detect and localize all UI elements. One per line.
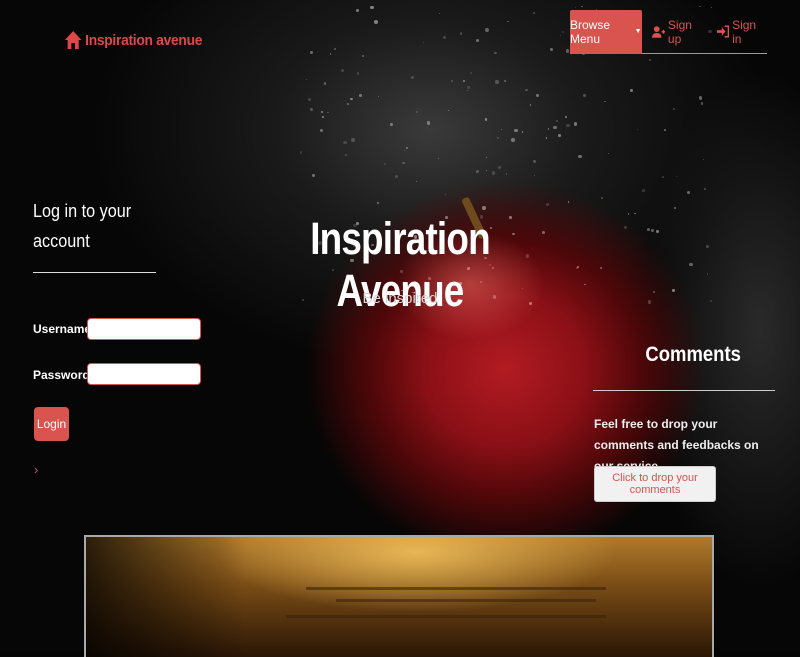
water-drop [576,267,578,269]
water-drop [686,190,690,195]
water-drop [525,254,530,258]
browse-menu-label: Browse Menu [570,17,611,46]
banner-streak [336,599,596,602]
water-drop [656,230,659,233]
top-nav: Browse Menu ▼ Sign up Sign in [570,9,767,54]
caret-down-icon: ▼ [634,28,642,35]
water-drop [601,196,603,199]
water-drop [395,174,399,178]
water-drop [565,48,570,53]
water-drop [334,48,336,50]
login-title: Log in to your account [33,201,132,251]
chevron-right-icon[interactable]: › [34,462,38,477]
water-drop [358,94,362,98]
brand-link[interactable]: Inspiration avenue [64,30,202,50]
water-drop [532,159,537,163]
water-drop [406,147,408,149]
water-drop [627,212,630,215]
water-drop [546,203,549,206]
banner-shadow [86,537,246,657]
water-drop [556,120,558,122]
water-drop [401,161,405,165]
featured-image [84,535,714,657]
water-drop [495,80,499,84]
password-label: Password [33,368,90,382]
water-drop [320,128,324,132]
drop-comments-button[interactable]: Click to drop your comments [594,466,716,502]
water-drop [630,88,634,92]
water-drop [415,110,418,113]
water-drop [484,118,488,121]
water-drop [305,78,307,80]
water-drop [648,300,652,304]
signin-label: Sign in [732,17,757,46]
banner-streak [286,615,606,618]
water-drop [484,27,489,32]
water-drop [463,79,465,82]
hero-subtitle: Be inspired [362,290,438,307]
water-drop [340,68,344,73]
banner-streak [306,587,606,590]
water-drop [329,53,331,55]
water-drop [347,103,349,105]
water-drop [350,138,355,143]
water-drop [451,80,454,82]
water-drop [374,20,378,24]
water-drop [698,96,703,100]
water-drop [521,131,524,133]
water-drop [673,108,675,111]
water-drop [672,289,675,292]
water-drop [481,206,486,211]
water-drop [459,32,463,35]
water-drop [491,171,496,175]
browse-menu-button[interactable]: Browse Menu ▼ [570,9,642,54]
water-drop [564,116,567,119]
water-drop [648,58,651,61]
comments-title: Comments [645,343,741,366]
water-drop [599,266,602,269]
username-input[interactable] [87,318,201,340]
water-drop [604,100,606,103]
comments-divider [593,390,775,391]
water-drop [426,120,431,125]
home-icon [64,31,82,49]
water-drop [703,187,706,190]
username-label: Username [33,322,92,336]
water-drop [634,212,636,215]
water-drop [476,39,479,43]
signin-link[interactable]: Sign in [716,17,767,46]
water-drop [642,189,645,192]
water-drop [323,82,327,85]
login-divider [33,272,156,273]
water-drop [675,175,677,177]
signup-label: Sign up [667,17,692,46]
sign-in-icon [716,25,729,38]
password-input[interactable] [87,363,201,385]
water-drop [510,138,515,142]
water-drop [525,88,528,91]
signup-link[interactable]: Sign up [651,17,707,46]
water-drop [308,97,311,101]
water-drop [689,263,693,267]
brand-name: Inspiration avenue [85,31,203,49]
water-drop [662,175,665,178]
water-drop [343,141,347,145]
user-plus-icon [651,25,665,38]
water-drop [377,202,379,204]
water-drop [567,201,570,204]
water-drop [558,134,561,137]
water-drop [553,125,557,129]
water-drop [578,154,582,159]
water-drop [497,165,501,169]
water-drop [467,86,470,90]
water-drop [674,206,677,209]
water-drop [646,227,650,231]
water-drop [573,122,578,126]
login-button[interactable]: Login [34,407,69,441]
water-drop [528,301,532,305]
water-drop [529,104,532,106]
